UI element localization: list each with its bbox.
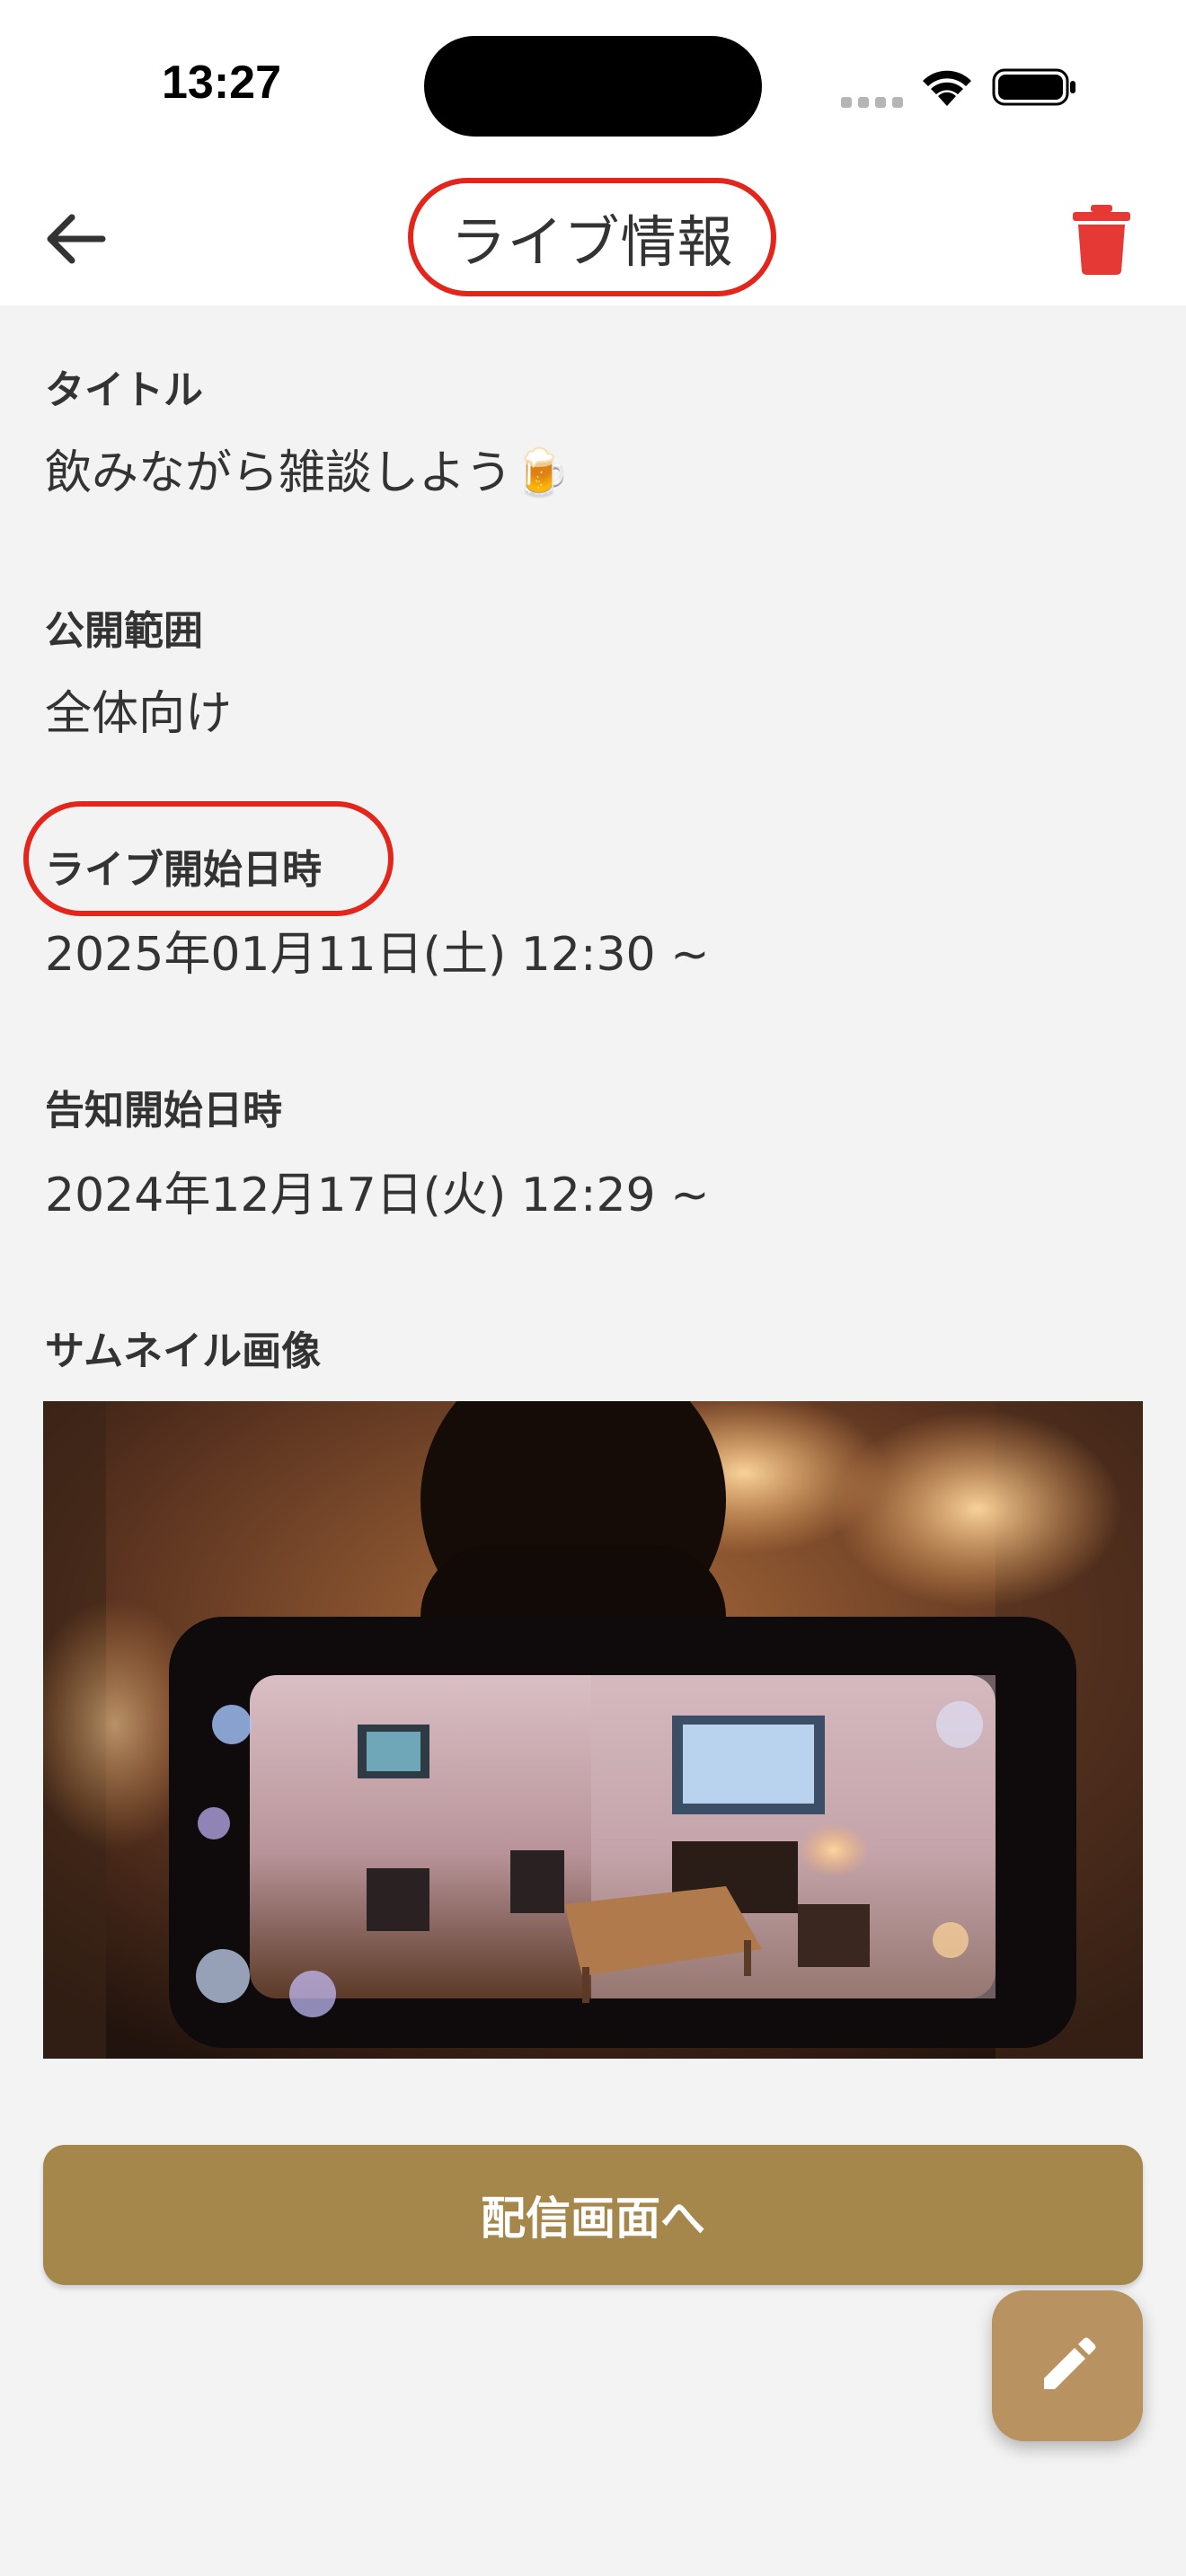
- title-value: 飲みながら雑談しよう🍺: [45, 446, 571, 500]
- visibility-label: 公開範囲: [45, 608, 203, 654]
- live-start-highlight: [23, 801, 394, 916]
- status-bar: 13:27: [0, 0, 1186, 171]
- announce-start-value: 2024年12月17日(火) 12:29 ~: [45, 1169, 710, 1222]
- cellular-signal-icon: [841, 97, 904, 108]
- thumbnail-label: サムネイル画像: [45, 1328, 322, 1374]
- thumbnail-image: [43, 1401, 1143, 2059]
- announce-start-label: 告知開始日時: [45, 1088, 282, 1134]
- wifi-icon: [923, 70, 971, 106]
- go-to-stream-button[interactable]: 配信画面へ: [43, 2145, 1143, 2285]
- live-start-value: 2025年01月11日(土) 12:30 ~: [45, 928, 710, 982]
- title-label: タイトル: [45, 367, 203, 413]
- pencil-icon: [1044, 2337, 1096, 2389]
- battery-icon: [992, 68, 1075, 106]
- page-title: ライブ情報: [450, 209, 734, 275]
- arrow-left-icon[interactable]: [40, 203, 111, 275]
- edit-fab-button[interactable]: [992, 2290, 1143, 2441]
- dynamic-island: [424, 36, 762, 137]
- page-title-highlight: ライブ情報: [408, 178, 776, 296]
- trash-icon[interactable]: [1071, 203, 1132, 275]
- visibility-value: 全体向け: [45, 687, 233, 741]
- navigation-bar: ライブ情報: [0, 171, 1186, 305]
- status-time: 13:27: [162, 57, 281, 109]
